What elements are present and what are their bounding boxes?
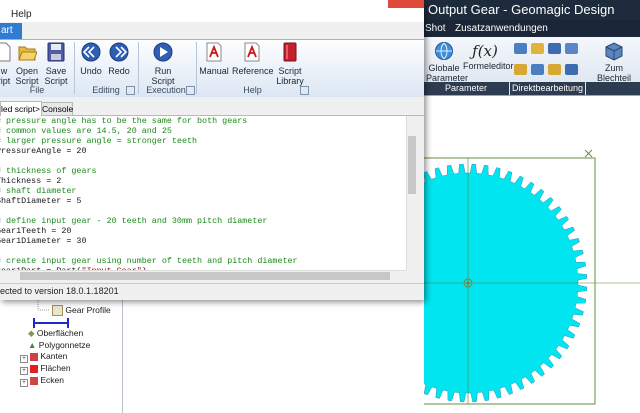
new-document-icon <box>0 42 11 62</box>
manual-button[interactable]: Manual <box>199 41 229 76</box>
play-icon <box>153 42 173 62</box>
group-label-file: File <box>29 85 45 95</box>
tree-item-ecken[interactable]: Ecken <box>30 375 64 385</box>
code-editor[interactable]: # pressure angle has to be the same for … <box>0 116 406 286</box>
code-line: PressureAngle = 20 <box>0 146 87 156</box>
maximize-button[interactable] <box>358 0 386 8</box>
pdf-reference-icon <box>244 42 260 62</box>
mesh-icon: ▲ <box>28 340 37 350</box>
undo-icon <box>81 42 101 62</box>
tree-item-oberflaechen[interactable]: ◆ Oberflächen <box>28 328 83 339</box>
book-icon <box>283 42 297 62</box>
save-script-label: Save Script <box>44 66 68 86</box>
menu-bar <box>0 8 424 22</box>
open-script-button[interactable]: Open Script <box>14 41 40 86</box>
code-line: # thickness of gears <box>0 166 97 176</box>
surfaces-icon: ◆ <box>28 328 35 338</box>
reference-button[interactable]: Reference <box>232 41 274 76</box>
expand-ecken-icon[interactable]: + <box>20 379 28 387</box>
tree-item-kanten[interactable]: Kanten <box>30 351 67 361</box>
new-script-label: w ript <box>0 66 11 86</box>
minimize-button[interactable] <box>330 0 358 8</box>
menu-help[interactable]: Help <box>11 9 32 20</box>
script-window-title-bar <box>0 0 424 8</box>
undo-label: Undo <box>80 66 102 76</box>
horizontal-scrollbar-thumb[interactable] <box>20 272 390 280</box>
status-bar: ected to version 18.0.1.18201 <box>0 283 424 299</box>
redo-button[interactable]: Redo <box>106 41 132 76</box>
tree-item-flaechen[interactable]: Flächen <box>30 363 71 373</box>
script-library-button[interactable]: Script Library <box>274 41 306 86</box>
pdf-manual-icon <box>206 42 222 62</box>
vertical-scrollbar-thumb[interactable] <box>408 136 416 194</box>
tree-panel-filler <box>122 300 424 413</box>
reference-label: Reference <box>232 66 274 76</box>
expand-kanten-icon[interactable]: + <box>20 355 28 363</box>
save-script-button[interactable]: Save Script <box>43 41 69 86</box>
group-separator <box>74 42 75 94</box>
code-line: Gear1Teeth = 20 <box>0 226 72 236</box>
open-script-label: Open Script <box>15 66 39 86</box>
execution-dialog-launcher-icon[interactable] <box>186 86 195 95</box>
script-editor-window: Help art w ript Open Script Save Script … <box>0 0 424 300</box>
tree-item-polygonnetze[interactable]: ▲ Polygonnetze <box>28 340 90 350</box>
code-line: # larger pressure angle = stronger teeth <box>0 136 198 146</box>
group-separator <box>196 42 197 94</box>
code-line: # define input gear - 20 teeth and 30mm … <box>0 216 268 226</box>
model-tree-panel: Gear Profile ◆ Oberflächen ▲ Polygonnetz… <box>0 300 123 413</box>
undo-button[interactable]: Undo <box>78 41 104 76</box>
group-label-help: Help <box>243 85 262 95</box>
code-line: # create input gear using number of teet… <box>0 256 298 266</box>
code-line: Gear1Diameter = 30 <box>0 236 87 246</box>
group-separator <box>138 42 139 94</box>
edges-icon <box>30 352 38 361</box>
faces-icon <box>30 364 38 373</box>
code-line: # common values are 14.5, 20 and 25 <box>0 126 172 136</box>
script-library-label: Script Library <box>276 66 304 86</box>
open-folder-icon <box>18 46 38 61</box>
run-script-button[interactable]: Run Script <box>148 41 178 86</box>
help-dialog-launcher-icon[interactable] <box>300 86 309 95</box>
group-label-execution: Execution <box>146 85 186 95</box>
tab-script[interactable]: led script> * <box>0 101 42 116</box>
manual-label: Manual <box>199 66 229 76</box>
gear-center-dot <box>466 281 470 285</box>
new-script-button[interactable]: w ript <box>0 41 14 86</box>
redo-label: Redo <box>108 66 130 76</box>
tree-item-gear-profile[interactable]: Gear Profile <box>52 305 111 317</box>
code-line: Thickness = 2 <box>0 176 62 186</box>
code-line: ShaftDiameter = 5 <box>0 196 82 206</box>
floppy-disk-icon <box>47 42 65 62</box>
tab-start[interactable]: art <box>0 23 22 39</box>
code-line: # shaft diameter <box>0 186 77 196</box>
profile-icon <box>52 305 63 317</box>
tab-console[interactable]: Console <box>41 102 73 116</box>
run-script-label: Run Script <box>151 66 175 86</box>
close-button[interactable] <box>388 0 424 8</box>
editing-dialog-launcher-icon[interactable] <box>126 86 135 95</box>
vertices-icon <box>30 376 38 385</box>
redo-icon <box>109 42 129 62</box>
code-line: # pressure angle has to be the same for … <box>0 116 248 126</box>
expand-flaechen-icon[interactable]: + <box>20 367 28 375</box>
